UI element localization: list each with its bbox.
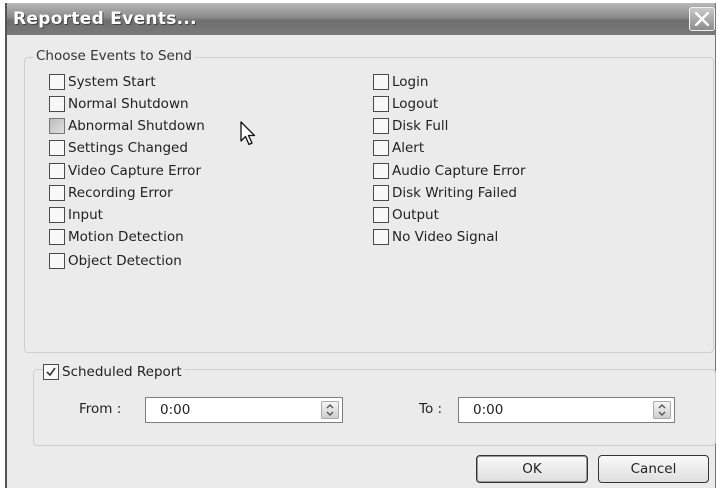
scheduled-report-checkbox[interactable] <box>43 364 59 380</box>
event-checkbox[interactable] <box>373 163 389 179</box>
to-time-spinner[interactable] <box>653 401 671 419</box>
left-event-row[interactable]: System Start <box>49 72 156 92</box>
event-label: Video Capture Error <box>68 163 201 179</box>
spin-arrows-icon <box>326 404 334 416</box>
left-event-row[interactable]: Normal Shutdown <box>49 94 189 114</box>
spin-arrows-icon <box>658 404 666 416</box>
left-event-row[interactable]: Input <box>49 205 103 225</box>
event-checkbox[interactable] <box>373 74 389 90</box>
event-checkbox[interactable] <box>49 207 65 223</box>
event-label: Input <box>68 207 103 223</box>
close-icon <box>695 12 709 26</box>
event-checkbox[interactable] <box>49 96 65 112</box>
to-label: To : <box>419 401 443 417</box>
event-label: Normal Shutdown <box>68 96 189 112</box>
scheduled-report-label: Scheduled Report <box>62 364 182 380</box>
ok-button[interactable]: OK <box>476 455 588 483</box>
event-checkbox[interactable] <box>49 185 65 201</box>
right-event-row[interactable]: No Video Signal <box>373 227 498 247</box>
event-label: Settings Changed <box>68 140 188 156</box>
event-checkbox[interactable] <box>49 163 65 179</box>
to-time-value: 0:00 <box>473 402 504 418</box>
right-event-row[interactable]: Audio Capture Error <box>373 161 526 181</box>
to-time-input[interactable]: 0:00 <box>458 397 675 423</box>
left-event-row[interactable]: Settings Changed <box>49 138 188 158</box>
from-time-input[interactable]: 0:00 <box>145 397 343 423</box>
event-label: Disk Full <box>392 118 449 134</box>
right-event-row[interactable]: Logout <box>373 94 438 114</box>
event-label: Login <box>392 74 429 90</box>
event-checkbox[interactable] <box>49 118 65 134</box>
event-checkbox[interactable] <box>49 253 65 269</box>
mouse-cursor-icon <box>240 121 258 151</box>
event-label: Object Detection <box>68 253 182 269</box>
right-event-row[interactable]: Disk Full <box>373 116 448 136</box>
right-event-row[interactable]: Login <box>373 72 428 92</box>
right-event-row[interactable]: Disk Writing Failed <box>373 183 517 203</box>
left-event-row[interactable]: Abnormal Shutdown <box>49 116 205 136</box>
event-checkbox[interactable] <box>373 207 389 223</box>
from-time-spinner[interactable] <box>321 401 339 419</box>
from-label: From : <box>79 401 122 417</box>
event-label: No Video Signal <box>392 229 499 245</box>
scheduled-report-checkbox-row[interactable]: Scheduled Report <box>43 362 185 382</box>
event-checkbox[interactable] <box>373 229 389 245</box>
event-checkbox[interactable] <box>373 185 389 201</box>
event-checkbox[interactable] <box>49 229 65 245</box>
event-checkbox[interactable] <box>49 140 65 156</box>
left-event-row[interactable]: Motion Detection <box>49 227 184 247</box>
checkmark-icon <box>46 367 56 377</box>
event-label: Logout <box>392 96 439 112</box>
event-checkbox[interactable] <box>373 140 389 156</box>
event-label: Output <box>392 207 439 223</box>
event-label: Motion Detection <box>68 229 184 245</box>
event-label: Disk Writing Failed <box>392 185 517 201</box>
right-event-row[interactable]: Alert <box>373 138 424 158</box>
title-bar[interactable]: Reported Events... <box>7 3 715 35</box>
left-event-row[interactable]: Recording Error <box>49 183 173 203</box>
close-button[interactable] <box>689 7 715 31</box>
left-event-row[interactable]: Object Detection <box>49 251 182 271</box>
event-checkbox[interactable] <box>373 118 389 134</box>
event-label: Audio Capture Error <box>392 163 526 179</box>
right-event-row[interactable]: Output <box>373 205 439 225</box>
event-label: Alert <box>392 140 425 156</box>
event-label: Recording Error <box>68 185 173 201</box>
reported-events-dialog: Reported Events... Choose Events to Send… <box>5 3 716 488</box>
cancel-button[interactable]: Cancel <box>598 455 709 483</box>
event-label: Abnormal Shutdown <box>68 118 205 134</box>
event-checkbox[interactable] <box>49 74 65 90</box>
dialog-title: Reported Events... <box>13 9 197 29</box>
choose-events-legend: Choose Events to Send <box>33 48 195 64</box>
left-event-row[interactable]: Video Capture Error <box>49 161 201 181</box>
from-time-value: 0:00 <box>160 402 191 418</box>
event-label: System Start <box>68 74 156 90</box>
event-checkbox[interactable] <box>373 96 389 112</box>
scheduled-report-group: Scheduled Report From : 0:00 To : 0:00 <box>33 362 716 446</box>
